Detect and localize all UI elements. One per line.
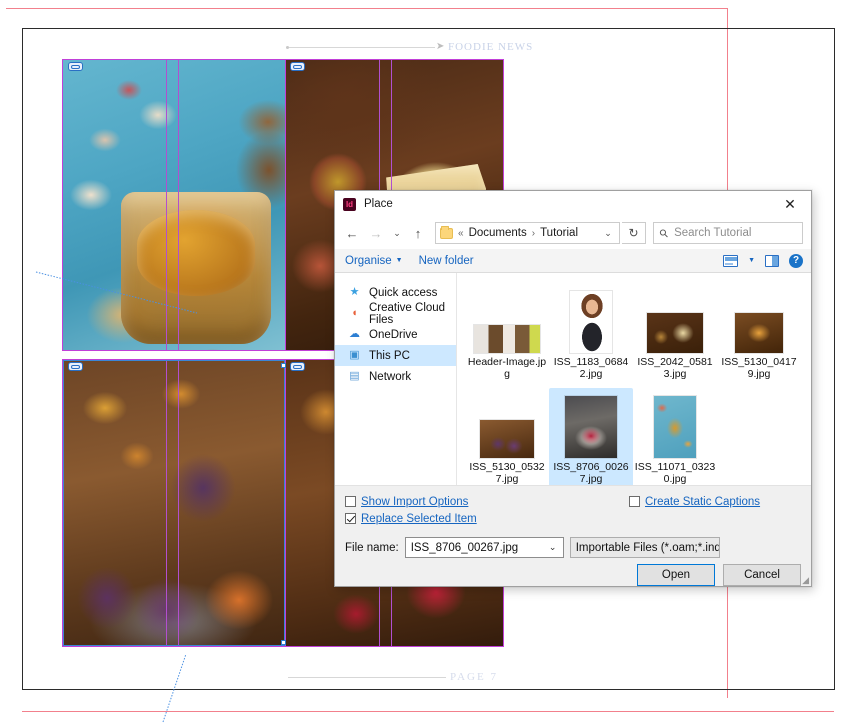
organise-button[interactable]: Organise ▼ <box>345 255 403 267</box>
up-button[interactable]: ↑ <box>407 221 429 245</box>
import-options[interactable]: Show Import Options Create Static Captio… <box>335 485 811 527</box>
place-dialog[interactable]: Id Place ✕ ← → ⌄ ↑ « Documents › Tutoria… <box>334 190 812 587</box>
breadcrumb-separator: › <box>531 227 536 239</box>
sidebar-item-network[interactable]: ▤ Network <box>335 366 456 387</box>
sidebar-item-label: Network <box>369 370 412 383</box>
replace-selected-item-checkbox[interactable]: Replace Selected Item <box>345 510 477 527</box>
cancel-button[interactable]: Cancel <box>723 564 801 586</box>
command-bar-right[interactable]: ▼ ? <box>723 253 803 268</box>
star-icon: ★ <box>349 286 360 298</box>
dialog-body: ★ Quick access ◖ Creative Cloud Files ☁ … <box>335 273 811 493</box>
checkbox-box[interactable] <box>345 496 356 507</box>
replace-selected-item-label: Replace Selected Item <box>361 512 477 525</box>
network-icon: ▤ <box>349 370 360 382</box>
list-item[interactable]: ISS_5130_05327.jpg <box>465 388 549 493</box>
search-input[interactable]: Search Tutorial <box>674 227 751 239</box>
create-static-captions-checkbox[interactable]: Create Static Captions <box>629 493 801 510</box>
chevron-down-icon[interactable]: ⌄ <box>545 542 561 553</box>
filename-label: File name: <box>345 541 399 554</box>
creative-cloud-icon: ◖ <box>351 307 358 319</box>
file-thumbnail <box>467 285 547 353</box>
navigation-bar[interactable]: ← → ⌄ ↑ « Documents › Tutorial ⌄ ↻ ⚲ Sea… <box>335 217 811 249</box>
show-import-options-checkbox[interactable]: Show Import Options <box>345 493 468 510</box>
organise-label: Organise <box>345 254 392 267</box>
search-icon: ⚲ <box>657 226 672 241</box>
sidebar-item-creative-cloud-files[interactable]: ◖ Creative Cloud Files <box>335 301 456 326</box>
list-item[interactable]: ISS_1183_06842.jpg <box>549 283 633 388</box>
chevron-down-icon[interactable]: ▼ <box>748 257 755 264</box>
dialog-buttons[interactable]: Open Cancel <box>335 558 811 586</box>
forward-button[interactable]: → <box>365 221 387 245</box>
sidebar-item-this-pc[interactable]: ▣ This PC <box>335 345 456 366</box>
dialog-title: Place <box>364 198 393 210</box>
file-name-label: ISS_11071_03230.jpg <box>634 461 716 485</box>
filename-value: ISS_8706_00267.jpg <box>410 541 519 554</box>
file-thumbnail <box>719 285 799 353</box>
search-box[interactable]: ⚲ Search Tutorial <box>653 222 803 244</box>
breadcrumb-prefix: « <box>458 227 464 239</box>
file-name-label: Header-Image.jpg <box>467 356 547 380</box>
sidebar-item-label: This PC <box>369 349 410 362</box>
address-bar[interactable]: « Documents › Tutorial ⌄ <box>435 222 620 244</box>
command-bar[interactable]: Organise ▼ New folder ▼ ? <box>335 249 811 273</box>
navigation-sidebar[interactable]: ★ Quick access ◖ Creative Cloud Files ☁ … <box>335 273 457 485</box>
computer-icon: ▣ <box>349 349 360 361</box>
list-item[interactable]: Header-Image.jpg <box>465 283 549 388</box>
open-label: Open <box>661 569 691 581</box>
new-folder-button[interactable]: New folder <box>419 255 474 267</box>
file-thumbnail <box>635 390 715 458</box>
list-item[interactable]: ISS_5130_04179.jpg <box>717 283 801 388</box>
sidebar-item-onedrive[interactable]: ☁ OneDrive <box>335 324 456 345</box>
create-static-captions-label: Create Static Captions <box>645 495 761 508</box>
dialog-titlebar[interactable]: Id Place ✕ <box>335 191 811 217</box>
help-icon[interactable]: ? <box>789 253 803 268</box>
file-thumbnail <box>551 390 631 458</box>
file-list[interactable]: Header-Image.jpg ISS_1183_06842.jpg ISS_… <box>457 273 811 493</box>
sidebar-item-label: Quick access <box>369 286 438 299</box>
recent-locations-button[interactable]: ⌄ <box>389 221 405 245</box>
cloud-icon: ☁ <box>349 328 360 340</box>
list-item[interactable]: ISS_11071_03230.jpg <box>633 388 717 493</box>
checkbox-box[interactable] <box>345 513 356 524</box>
resize-grip-icon[interactable]: ◢ <box>799 575 809 585</box>
file-thumbnail <box>467 390 547 458</box>
file-name-label: ISS_5130_05327.jpg <box>469 461 545 485</box>
sidebar-item-label: Creative Cloud Files <box>369 301 446 326</box>
view-options-icon[interactable] <box>723 254 739 267</box>
file-type-filter-value: Importable Files (*.oam;*.inds;* <box>575 541 720 554</box>
list-item[interactable]: ISS_2042_05813.jpg <box>633 283 717 388</box>
back-button[interactable]: ← <box>341 221 363 245</box>
sidebar-item-label: OneDrive <box>369 328 418 341</box>
show-import-options-label: Show Import Options <box>361 495 469 508</box>
checkbox-box[interactable] <box>629 496 640 507</box>
filename-input[interactable]: ISS_8706_00267.jpg ⌄ <box>404 537 564 558</box>
file-name-label: ISS_5130_04179.jpg <box>721 356 797 380</box>
filename-row[interactable]: File name: ISS_8706_00267.jpg ⌄ Importab… <box>335 527 811 558</box>
cancel-label: Cancel <box>744 569 780 581</box>
breadcrumb-item-documents[interactable]: Documents <box>469 227 527 239</box>
sidebar-item-quick-access[interactable]: ★ Quick access <box>335 282 456 303</box>
breadcrumb-item-tutorial[interactable]: Tutorial <box>540 227 578 239</box>
refresh-icon[interactable]: ↻ <box>622 222 646 244</box>
options-row-2: Replace Selected Item <box>345 510 801 527</box>
folder-icon <box>440 225 453 239</box>
chevron-down-icon: ▼ <box>395 257 403 264</box>
close-icon[interactable]: ✕ <box>769 191 811 217</box>
file-type-filter-select[interactable]: Importable Files (*.oam;*.inds;* ⌄ <box>569 537 720 558</box>
chevron-down-icon[interactable]: ⌄ <box>599 228 617 239</box>
file-name-label: ISS_8706_00267.jpg <box>553 461 629 485</box>
file-thumbnail <box>635 285 715 353</box>
indesign-icon: Id <box>343 197 356 211</box>
file-thumbnail <box>551 285 631 353</box>
preview-pane-icon[interactable] <box>765 254 779 267</box>
options-row-1: Show Import Options Create Static Captio… <box>345 493 801 510</box>
file-name-label: ISS_1183_06842.jpg <box>553 356 629 380</box>
open-button[interactable]: Open <box>637 564 715 586</box>
file-name-label: ISS_2042_05813.jpg <box>637 356 713 380</box>
list-item-selected[interactable]: ISS_8706_00267.jpg <box>549 388 633 493</box>
